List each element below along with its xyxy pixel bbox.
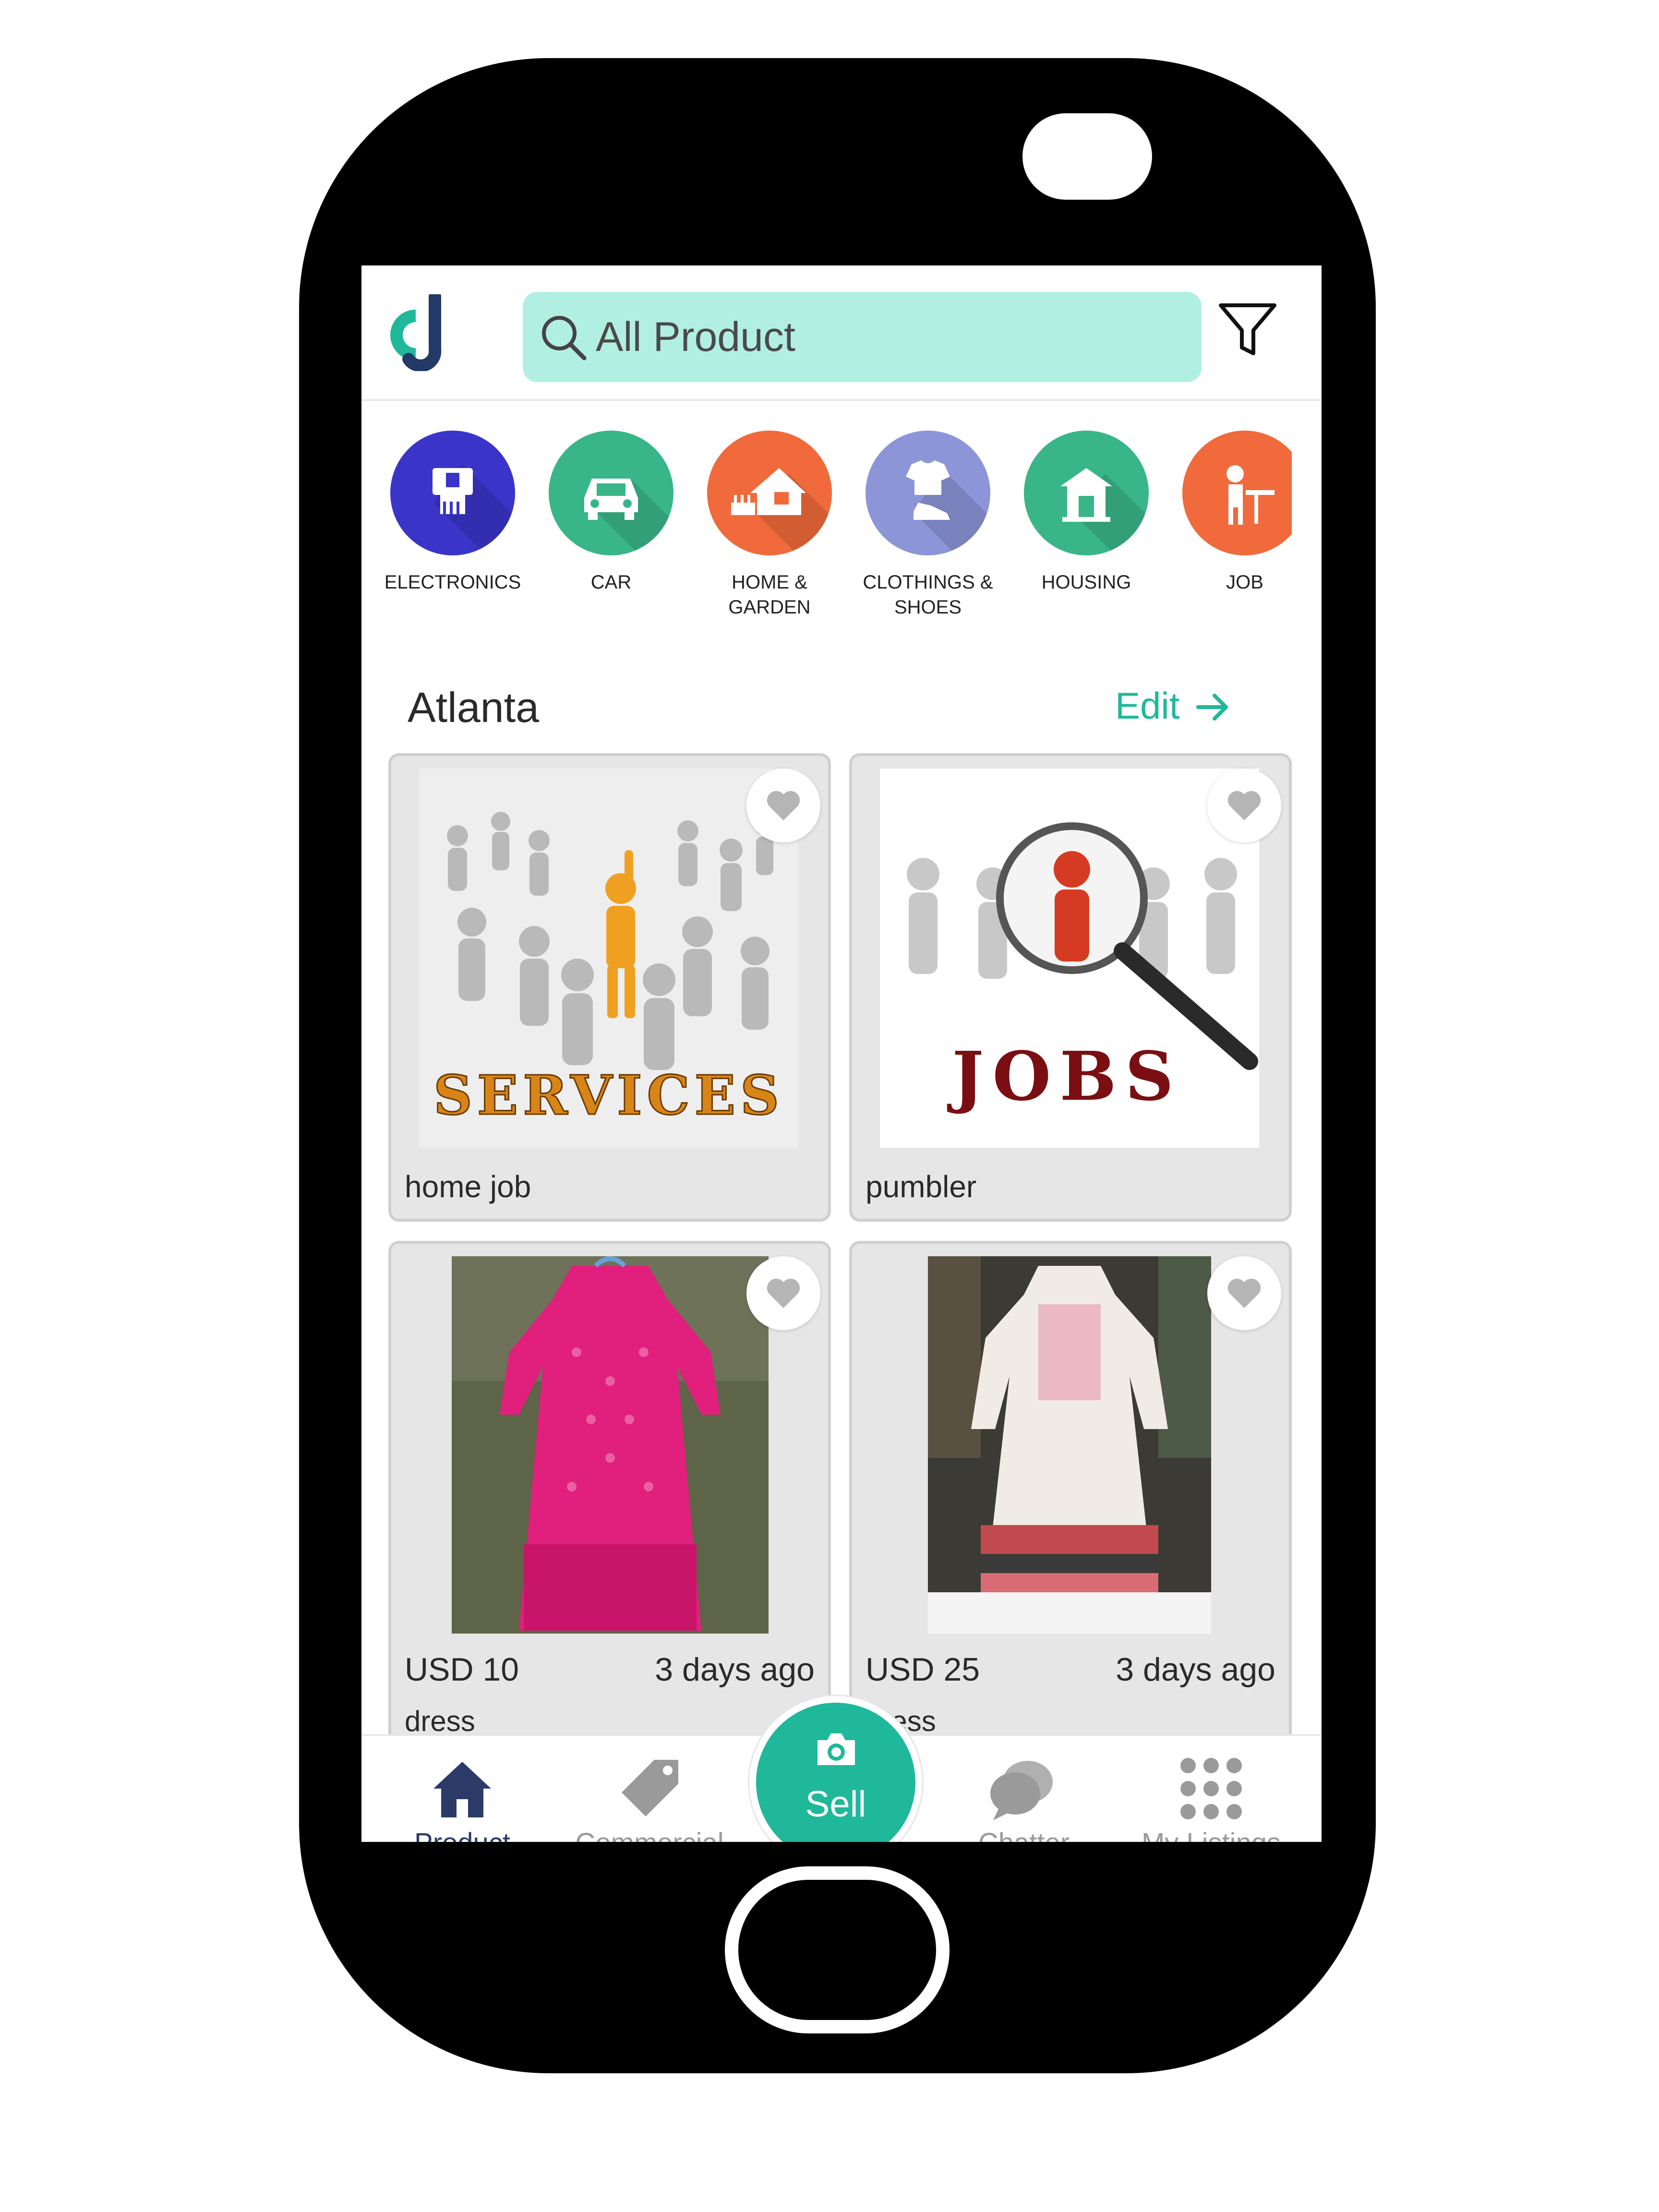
listing-age: 3 days ago bbox=[1116, 1651, 1275, 1688]
car-icon bbox=[549, 431, 673, 555]
listing-image-text: JOBS bbox=[947, 1037, 1182, 1116]
home-garden-icon bbox=[707, 431, 832, 555]
listing-title: dress bbox=[405, 1705, 475, 1737]
category-label: JOB bbox=[1226, 572, 1263, 593]
favorite-button[interactable] bbox=[746, 769, 820, 842]
nav-commercial[interactable]: Commercial bbox=[563, 1736, 736, 1842]
arrow-right-icon[interactable] bbox=[1194, 688, 1233, 726]
search-input[interactable]: All Product bbox=[596, 312, 795, 362]
listing-price: USD 25 bbox=[866, 1651, 980, 1688]
listing-title: home job bbox=[405, 1169, 531, 1204]
listing-price: USD 10 bbox=[405, 1651, 519, 1688]
app-screen: All Product ELECTRONICS CAR HOME & GARDE… bbox=[361, 265, 1322, 1842]
listing-card[interactable]: SERVICES home job bbox=[388, 753, 831, 1222]
filter-icon[interactable] bbox=[1218, 301, 1277, 359]
nav-label: Chatter bbox=[938, 1827, 1110, 1842]
favorite-button[interactable] bbox=[746, 1256, 820, 1330]
listing-card[interactable]: JOBS pumbler bbox=[849, 753, 1292, 1222]
category-label: CLOTHINGS & SHOES bbox=[863, 572, 993, 618]
heart-icon bbox=[1227, 1278, 1261, 1308]
phone-home-button[interactable] bbox=[725, 1866, 950, 2033]
camera-icon bbox=[817, 1733, 855, 1765]
grid-icon bbox=[1180, 1758, 1242, 1819]
nav-label: Product bbox=[376, 1827, 549, 1842]
listing-age: 3 days ago bbox=[655, 1651, 815, 1688]
tag-icon bbox=[622, 1760, 678, 1816]
nav-my-listings[interactable]: My Listings bbox=[1125, 1736, 1298, 1842]
listing-image: SERVICES bbox=[419, 769, 798, 1148]
listing-card[interactable]: USD 25 3 days ago dress bbox=[849, 1241, 1292, 1769]
sell-label: Sell bbox=[805, 1784, 866, 1825]
search-icon bbox=[542, 316, 587, 361]
listing-image bbox=[452, 1256, 769, 1634]
nav-product[interactable]: Product bbox=[376, 1736, 549, 1842]
job-icon bbox=[1182, 431, 1292, 555]
nav-label: Commercial bbox=[563, 1827, 736, 1842]
search-bar[interactable]: All Product bbox=[523, 292, 1202, 382]
favorite-button[interactable] bbox=[1207, 1256, 1281, 1330]
heart-icon bbox=[767, 1278, 800, 1308]
location-title: Atlanta bbox=[408, 684, 539, 731]
home-icon bbox=[433, 1762, 491, 1817]
nav-label: My Listings bbox=[1125, 1827, 1298, 1842]
clothing-icon bbox=[866, 431, 990, 555]
listing-image: JOBS bbox=[880, 769, 1259, 1148]
listing-card[interactable]: USD 10 3 days ago dress bbox=[388, 1241, 831, 1769]
favorite-button[interactable] bbox=[1207, 769, 1281, 842]
category-strip: ELECTRONICS CAR HOME & GARDEN CLOTHINGS … bbox=[361, 401, 1292, 631]
phone-speaker bbox=[1022, 113, 1152, 200]
listing-image-text: SERVICES bbox=[433, 1064, 784, 1127]
top-bar: All Product bbox=[361, 265, 1322, 401]
electronics-icon bbox=[390, 431, 515, 555]
category-label: HOUSING bbox=[1041, 572, 1131, 593]
category-label: ELECTRONICS bbox=[384, 572, 521, 593]
listing-image bbox=[928, 1256, 1211, 1634]
chat-icon bbox=[990, 1761, 1053, 1820]
heart-icon bbox=[767, 791, 800, 820]
category-label: HOME & GARDEN bbox=[728, 572, 811, 618]
category-label: CAR bbox=[590, 572, 632, 593]
edit-location-link[interactable]: Edit bbox=[1115, 684, 1179, 728]
housing-icon bbox=[1024, 431, 1149, 555]
listing-title: pumbler bbox=[866, 1169, 977, 1204]
nav-chatter[interactable]: Chatter bbox=[938, 1736, 1110, 1842]
heart-icon bbox=[1227, 791, 1261, 820]
app-logo bbox=[390, 294, 442, 371]
